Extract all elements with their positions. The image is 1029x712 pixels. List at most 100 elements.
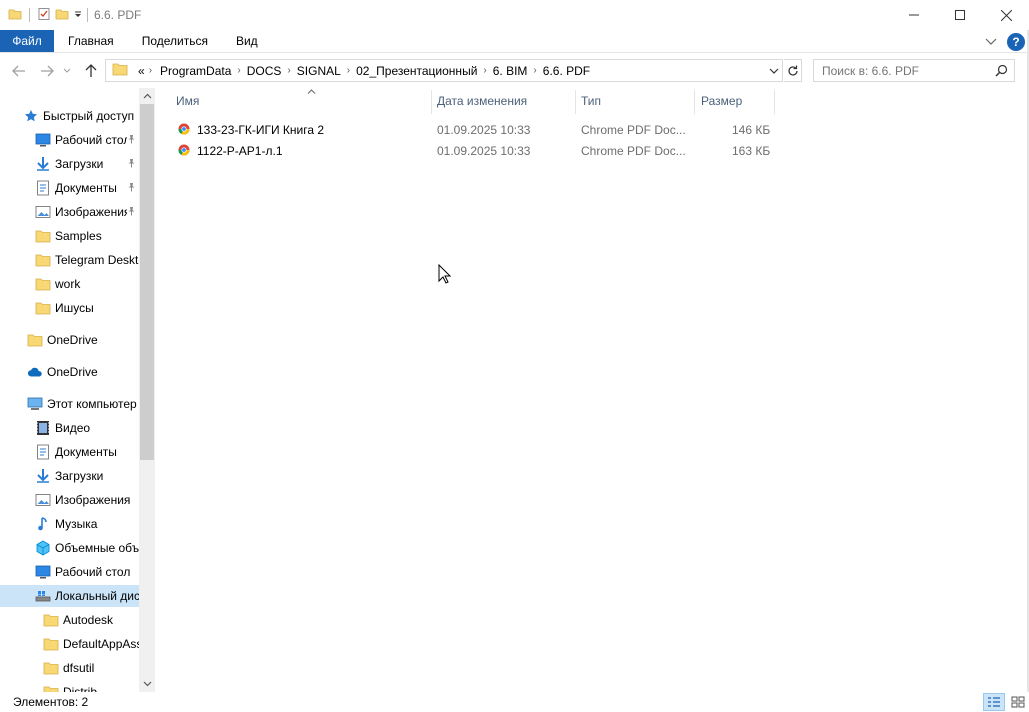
- column-header-date[interactable]: Дата изменения: [431, 88, 575, 114]
- sidebar-item[interactable]: Этот компьютер: [27, 393, 139, 415]
- ribbon-tabs: Файл Главная Поделиться Вид ?: [0, 30, 1029, 53]
- minimize-button[interactable]: [891, 0, 937, 30]
- sidebar-item[interactable]: dfsutil: [43, 657, 139, 679]
- computer-icon: [27, 396, 43, 412]
- sidebar-item[interactable]: Рабочий стол: [35, 561, 139, 583]
- search-box[interactable]: [813, 59, 1015, 82]
- sidebar-item[interactable]: Samples: [35, 225, 139, 247]
- sidebar-item[interactable]: Telegram Desktop: [35, 249, 139, 271]
- sidebar-item[interactable]: DefaultAppAssets: [43, 633, 139, 655]
- chevron-down-icon: [63, 68, 71, 73]
- breadcrumb-item-current[interactable]: 6.6. PDF: [543, 64, 590, 78]
- maximize-button[interactable]: [937, 0, 983, 30]
- details-view-icon: [988, 697, 1000, 707]
- star-icon: [23, 108, 39, 124]
- forward-button[interactable]: [36, 60, 58, 82]
- sidebar-item[interactable]: Distrib: [43, 681, 139, 692]
- sidebar-scrollbar[interactable]: [139, 88, 155, 692]
- close-button[interactable]: [983, 0, 1029, 30]
- desktop-icon: [35, 564, 51, 580]
- arrow-up-icon: [85, 64, 97, 77]
- scroll-down-button[interactable]: [139, 676, 155, 692]
- expand-ribbon-button[interactable]: [985, 35, 997, 49]
- sidebar-item[interactable]: OneDrive: [27, 329, 139, 351]
- scroll-thumb[interactable]: [140, 104, 154, 460]
- scroll-up-button[interactable]: [139, 88, 155, 104]
- pin-icon[interactable]: [127, 205, 136, 219]
- sidebar-item[interactable]: Изображения: [35, 201, 139, 223]
- new-folder-icon[interactable]: [55, 7, 69, 24]
- sidebar-item[interactable]: Музыка: [35, 513, 139, 535]
- arrow-left-icon: [12, 65, 25, 77]
- pin-icon[interactable]: [127, 157, 136, 171]
- search-input[interactable]: [822, 63, 982, 78]
- breadcrumb-overflow[interactable]: «: [138, 64, 145, 78]
- breadcrumb-separator-icon[interactable]: ›: [483, 65, 486, 76]
- breadcrumb-item[interactable]: 02_Презентационный: [356, 64, 477, 78]
- chevron-up-icon: [143, 93, 151, 99]
- chevron-down-icon: [143, 681, 151, 687]
- sidebar-item[interactable]: Видео: [35, 417, 139, 439]
- sidebar-item[interactable]: Загрузки: [35, 465, 139, 487]
- table-row[interactable]: 1122-Р-АР1-л.1 01.09.2025 10:33 Chrome P…: [176, 141, 776, 162]
- tab-file[interactable]: Файл: [0, 30, 54, 52]
- breadcrumb-separator-icon[interactable]: ›: [533, 65, 536, 76]
- sidebar-item[interactable]: OneDrive: [27, 361, 139, 383]
- tab-home[interactable]: Главная: [54, 30, 128, 52]
- sidebar-item-label: Этот компьютер: [47, 397, 137, 411]
- sidebar-item[interactable]: Изображения: [35, 489, 139, 511]
- column-header-name[interactable]: Имя: [170, 88, 432, 114]
- sidebar-item[interactable]: Рабочий стол: [35, 129, 139, 151]
- sidebar-item[interactable]: Документы: [35, 177, 139, 199]
- sidebar-item[interactable]: Загрузки: [35, 153, 139, 175]
- recent-locations-button[interactable]: [60, 60, 74, 82]
- address-bar[interactable]: « › ProgramData › DOCS › SIGNAL › 02_Пре…: [105, 59, 783, 82]
- breadcrumb-separator-icon[interactable]: ›: [237, 65, 240, 76]
- sidebar-item[interactable]: Autodesk: [43, 609, 139, 631]
- chevron-down-icon[interactable]: [73, 8, 83, 22]
- column-header-size[interactable]: Размер: [695, 88, 775, 114]
- item-count: Элементов: 2: [13, 695, 89, 709]
- back-button[interactable]: [8, 60, 30, 82]
- window-title: 6.6. PDF: [94, 8, 142, 22]
- breadcrumb-item[interactable]: 6. BIM: [493, 64, 528, 78]
- sidebar-item[interactable]: Документы: [35, 441, 139, 463]
- sidebar-item[interactable]: Объемные объекты: [35, 537, 139, 559]
- up-button[interactable]: [80, 60, 102, 82]
- table-row[interactable]: 133-23-ГК-ИГИ Книга 2 01.09.2025 10:33 C…: [176, 120, 776, 141]
- close-icon: [1000, 9, 1012, 21]
- address-history-button[interactable]: [766, 60, 782, 81]
- help-button[interactable]: ?: [1007, 32, 1025, 51]
- pin-icon[interactable]: [127, 181, 136, 195]
- sidebar-item[interactable]: Ишусы: [35, 297, 139, 319]
- sidebar-item[interactable]: work: [35, 273, 139, 295]
- sidebar-item-label: OneDrive: [47, 333, 98, 347]
- breadcrumb-separator-icon[interactable]: ›: [347, 65, 350, 76]
- tab-view[interactable]: Вид: [222, 30, 272, 52]
- column-header-type[interactable]: Тип: [575, 88, 695, 114]
- folder-icon: [8, 7, 22, 24]
- sidebar-item[interactable]: Быстрый доступ: [23, 105, 139, 127]
- sidebar-item[interactable]: Локальный диск (C:): [0, 585, 139, 607]
- large-icons-view-button[interactable]: [1007, 693, 1029, 711]
- column-divider[interactable]: [774, 90, 775, 114]
- folder-icon: [27, 332, 43, 348]
- refresh-button[interactable]: [784, 59, 802, 82]
- folder-icon: [112, 62, 128, 79]
- folder-icon: [43, 660, 59, 676]
- sidebar-item-label: Видео: [55, 421, 91, 435]
- tab-share[interactable]: Поделиться: [128, 30, 222, 52]
- breadcrumb-item[interactable]: ProgramData: [160, 64, 231, 78]
- file-size: 163 КБ: [732, 144, 771, 158]
- details-view-button[interactable]: [983, 693, 1005, 711]
- properties-icon[interactable]: [37, 7, 51, 24]
- pin-icon[interactable]: [127, 133, 136, 147]
- documents-icon: [35, 444, 51, 460]
- breadcrumb-separator-icon[interactable]: ›: [287, 65, 290, 76]
- chrome-pdf-icon: [178, 123, 190, 138]
- search-icon[interactable]: [995, 64, 1008, 80]
- sidebar-item-label: Документы: [55, 445, 117, 459]
- breadcrumb-item[interactable]: DOCS: [247, 64, 282, 78]
- breadcrumb-item[interactable]: SIGNAL: [297, 64, 341, 78]
- column-size-label: Размер: [701, 94, 743, 108]
